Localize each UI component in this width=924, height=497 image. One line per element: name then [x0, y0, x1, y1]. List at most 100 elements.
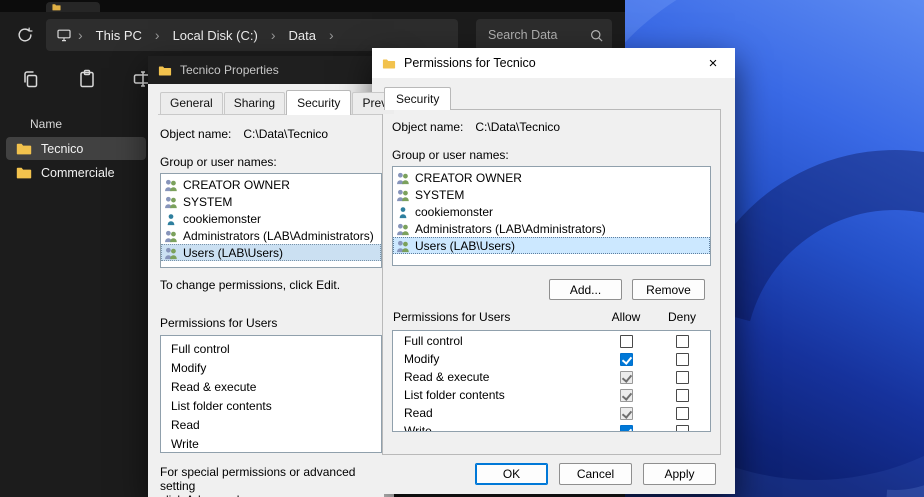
- add-button[interactable]: Add...: [549, 279, 622, 300]
- group-name: SYSTEM: [415, 188, 464, 202]
- deny-cell: [654, 353, 710, 366]
- paste-button[interactable]: [72, 64, 102, 94]
- permission-name: Modify: [393, 352, 598, 366]
- group-item[interactable]: CREATOR OWNER: [161, 176, 381, 193]
- breadcrumb-item[interactable]: Local Disk (C:): [166, 26, 265, 45]
- group-item[interactable]: Users (LAB\Users): [161, 244, 381, 261]
- group-item[interactable]: cookiemonster: [393, 203, 710, 220]
- group-name: cookiemonster: [183, 212, 261, 226]
- permissions-dialog-titlebar[interactable]: Permissions for Tecnico ×: [372, 48, 735, 78]
- remove-button[interactable]: Remove: [632, 279, 705, 300]
- explorer-tab[interactable]: [46, 2, 100, 12]
- object-name-value: C:\Data\Tecnico: [243, 127, 328, 141]
- allow-checkbox[interactable]: [620, 425, 633, 433]
- deny-checkbox[interactable]: [676, 389, 689, 402]
- allow-cell: [598, 425, 654, 433]
- allow-column-header: Allow: [598, 310, 654, 324]
- refresh-button[interactable]: [10, 20, 40, 50]
- file-name: Tecnico: [41, 142, 83, 156]
- breadcrumb-item[interactable]: Data: [282, 26, 323, 45]
- close-icon: ×: [709, 55, 718, 72]
- ok-button[interactable]: OK: [475, 463, 548, 485]
- allow-checkbox[interactable]: [620, 353, 633, 366]
- breadcrumb-item[interactable]: This PC: [89, 26, 149, 45]
- advanced-hint-line2: click Advanced.: [160, 493, 382, 497]
- advanced-hint-line1: For special permissions or advanced sett…: [160, 465, 382, 493]
- tab-security[interactable]: Security: [384, 87, 451, 110]
- permission-item[interactable]: Write: [161, 434, 381, 453]
- group-name: cookiemonster: [415, 205, 493, 219]
- allow-cell: [598, 353, 654, 366]
- deny-checkbox[interactable]: [676, 371, 689, 384]
- deny-checkbox[interactable]: [676, 335, 689, 348]
- group-icon: [164, 195, 178, 209]
- group-item[interactable]: Administrators (LAB\Administrators): [393, 220, 710, 237]
- apply-button[interactable]: Apply: [643, 463, 716, 485]
- deny-checkbox[interactable]: [676, 407, 689, 420]
- chevron-right-icon: ›: [327, 27, 336, 43]
- group-item[interactable]: SYSTEM: [161, 193, 381, 210]
- search-input[interactable]: [488, 28, 589, 42]
- group-item[interactable]: CREATOR OWNER: [393, 169, 710, 186]
- group-names-list[interactable]: CREATOR OWNER SYSTEM cookiemonsterAdminist…: [392, 166, 711, 266]
- permission-row[interactable]: Modify: [393, 350, 710, 368]
- permission-item[interactable]: Full control: [161, 339, 381, 358]
- group-item[interactable]: Users (LAB\Users): [393, 237, 710, 254]
- refresh-icon: [16, 26, 34, 44]
- permission-name: Read: [393, 406, 598, 420]
- advanced-hint-text: For special permissions or advanced sett…: [160, 465, 382, 497]
- tab-sharing[interactable]: Sharing: [224, 92, 285, 114]
- permissions-checkbox-list[interactable]: Full control Modify Read & executeList fol…: [392, 330, 711, 432]
- deny-cell: [654, 407, 710, 420]
- permission-row[interactable]: Full control: [393, 332, 710, 350]
- search-icon: [589, 28, 604, 43]
- dialog-action-buttons: OK Cancel Apply: [382, 455, 721, 485]
- permission-item[interactable]: Modify: [161, 358, 381, 377]
- deny-column-header: Deny: [654, 310, 710, 324]
- deny-checkbox[interactable]: [676, 353, 689, 366]
- copy-icon: [20, 68, 42, 90]
- group-icon: [396, 222, 410, 236]
- group-names-list[interactable]: CREATOR OWNERSYSTEM cookiemonster Administ…: [160, 173, 382, 268]
- allow-checkbox[interactable]: [620, 407, 633, 420]
- file-name: Commerciale: [41, 166, 115, 180]
- object-name-value: C:\Data\Tecnico: [475, 120, 560, 134]
- name-column-label: Name: [30, 117, 62, 131]
- permission-item[interactable]: Read & execute: [161, 377, 381, 396]
- permission-row[interactable]: Write: [393, 422, 710, 432]
- permission-row[interactable]: Read: [393, 404, 710, 422]
- permission-row[interactable]: Read & execute: [393, 368, 710, 386]
- folder-icon: [158, 65, 172, 76]
- properties-dialog: Tecnico Properties GeneralSharingSecurit…: [148, 56, 394, 497]
- group-item[interactable]: SYSTEM: [393, 186, 710, 203]
- folder-tab-icon: [52, 3, 61, 11]
- close-button[interactable]: ×: [691, 48, 735, 78]
- group-icon: [396, 239, 410, 253]
- group-item[interactable]: Administrators (LAB\Administrators): [161, 227, 381, 244]
- deny-checkbox[interactable]: [676, 425, 689, 433]
- permission-item[interactable]: Read: [161, 415, 381, 434]
- group-item[interactable]: cookiemonster: [161, 210, 381, 227]
- properties-dialog-titlebar[interactable]: Tecnico Properties: [148, 56, 394, 84]
- permission-row[interactable]: List folder contents: [393, 386, 710, 404]
- properties-dialog-body: GeneralSharingSecurityPrevious Vers Obje…: [148, 84, 394, 497]
- group-name: Administrators (LAB\Administrators): [183, 229, 374, 243]
- permissions-header-row: Permissions for Users Allow Deny: [393, 310, 710, 324]
- permissions-list[interactable]: Full controlModifyRead & executeList fol…: [160, 335, 382, 453]
- permission-item[interactable]: List folder contents: [161, 396, 381, 415]
- allow-checkbox[interactable]: [620, 389, 633, 402]
- file-row[interactable]: Commerciale: [6, 161, 146, 184]
- copy-button[interactable]: [16, 64, 46, 94]
- group-name: Users (LAB\Users): [415, 239, 515, 253]
- cancel-button[interactable]: Cancel: [559, 463, 632, 485]
- paste-icon: [76, 68, 98, 90]
- allow-checkbox[interactable]: [620, 371, 633, 384]
- tab-general[interactable]: General: [160, 92, 223, 114]
- permissions-dialog-body: Security Object name: C:\Data\Tecnico Gr…: [372, 78, 735, 485]
- deny-cell: [654, 425, 710, 433]
- allow-checkbox[interactable]: [620, 335, 633, 348]
- deny-cell: [654, 389, 710, 402]
- file-row[interactable]: Tecnico: [6, 137, 146, 160]
- group-name: Users (LAB\Users): [183, 246, 283, 260]
- tab-security[interactable]: Security: [286, 90, 351, 115]
